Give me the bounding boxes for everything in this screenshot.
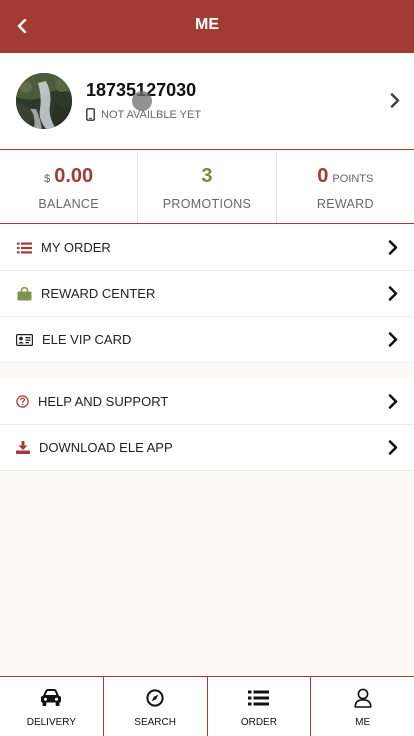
promotions-stat[interactable]: 3 PROMOTIONS <box>137 151 275 223</box>
avatar[interactable] <box>16 73 72 129</box>
tab-me[interactable]: ME <box>310 677 414 736</box>
menu-item-ele-vip-card[interactable]: ELE VIP CARD <box>0 317 414 363</box>
chevron-right-icon <box>388 240 398 255</box>
mobile-status-text: NOT AVAILBLE YET <box>101 108 202 121</box>
chevron-right-icon <box>388 394 398 409</box>
reward-value: 0 <box>317 165 329 187</box>
mobile-phone-icon <box>86 108 95 121</box>
user-icon <box>311 686 414 710</box>
account-stats: $ 0.00 BALANCE 3 PROMOTIONS 0 POINTS REW… <box>0 151 414 224</box>
mobile-status-row: NOT AVAILBLE YET <box>86 108 201 121</box>
menu-label: HELP AND SUPPORT <box>38 394 169 409</box>
promotions-label: PROMOTIONS <box>162 197 252 211</box>
tab-label: SEARCH <box>134 717 176 728</box>
bottom-tab-bar: DELIVERY SEARCH ORDER ME <box>0 676 414 736</box>
chevron-right-icon <box>390 93 400 108</box>
reward-unit: POINTS <box>332 173 374 185</box>
reward-label: REWARD <box>316 197 374 211</box>
chevron-right-icon <box>388 286 398 301</box>
tab-label: ORDER <box>240 717 277 728</box>
compass-icon <box>104 686 207 710</box>
menu-item-download-ele-app[interactable]: DOWNLOAD ELE APP <box>0 425 414 471</box>
currency-symbol: $ <box>44 173 51 185</box>
menu-group-support: HELP AND SUPPORT DOWNLOAD ELE APP <box>0 379 414 471</box>
shopping-bag-icon <box>15 286 33 302</box>
tab-search[interactable]: SEARCH <box>102 677 207 736</box>
profile-card[interactable]: 18735127030 NOT AVAILBLE YET <box>0 53 414 150</box>
balance-stat[interactable]: $ 0.00 BALANCE <box>0 151 137 223</box>
tab-label: ME <box>355 717 371 728</box>
reward-stat[interactable]: 0 POINTS REWARD <box>275 151 414 223</box>
question-circle-icon <box>15 394 29 410</box>
menu-label: MY ORDER <box>41 240 111 255</box>
top-bar: ME <box>0 0 414 53</box>
id-card-icon <box>15 332 33 348</box>
chevron-right-icon <box>388 440 398 455</box>
tab-label: DELIVERY <box>26 717 77 728</box>
menu-item-my-order[interactable]: MY ORDER <box>0 225 414 271</box>
menu-item-reward-center[interactable]: REWARD CENTER <box>0 271 414 317</box>
menu-label: REWARD CENTER <box>41 286 156 301</box>
menu-label: DOWNLOAD ELE APP <box>39 440 173 455</box>
menu-item-help-and-support[interactable]: HELP AND SUPPORT <box>0 379 414 425</box>
balance-value: 0.00 <box>54 165 94 187</box>
tab-delivery[interactable]: DELIVERY <box>0 677 103 736</box>
list-icon <box>15 240 33 256</box>
promotions-value: 3 <box>201 165 213 187</box>
balance-label: BALANCE <box>38 197 99 211</box>
menu-group-account: MY ORDER REWARD CENTER ELE VIP CARD <box>0 225 414 363</box>
car-icon <box>0 686 103 710</box>
list-icon <box>208 686 311 710</box>
tab-order[interactable]: ORDER <box>206 677 311 736</box>
waterfall-photo <box>16 73 72 129</box>
chevron-right-icon <box>388 332 398 347</box>
download-icon <box>15 440 30 456</box>
page-title: ME <box>195 16 219 33</box>
menu-label: ELE VIP CARD <box>42 332 132 347</box>
